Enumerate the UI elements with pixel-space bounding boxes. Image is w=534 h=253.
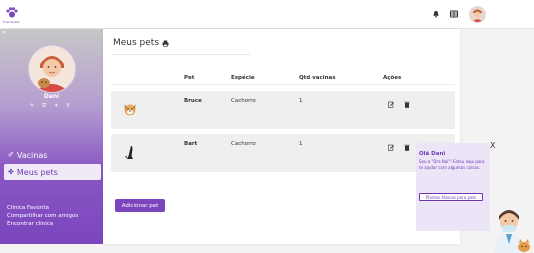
pin-icon[interactable]: ⚲	[66, 103, 70, 109]
toxic-plants-button[interactable]: Plantas tóxicas para pets	[419, 193, 483, 201]
sidebar-close-icon[interactable]: ✕	[2, 30, 6, 36]
table-row: Bart Cachorro 1	[111, 134, 455, 172]
pet-name: Bart	[184, 141, 198, 147]
chat-message: Sou a "Dra Nai"! Estou aqui para te ajud…	[419, 159, 485, 170]
profile-quick-actions: ✎ ⚿ ✦ ⚲	[30, 103, 70, 109]
add-pet-button[interactable]: Adicionar pet	[115, 199, 165, 212]
page-title: Meus pets	[113, 38, 160, 48]
column-qtd-vacinas: Qtd vacinas	[299, 75, 336, 81]
link-encontrar-clinica[interactable]: Encontrar clinica	[7, 221, 53, 227]
syringe-icon: ✐	[8, 151, 14, 159]
sidebar-item-label: Meus pets	[16, 167, 58, 177]
table-header: Pet Espécie Qtd vacinas Ações	[111, 72, 455, 85]
column-pet: Pet	[184, 75, 195, 81]
sidebar: ✕ Dani ✎ ⚿ ✦ ⚲ ✐ Vacinas ✤ Meus pets Cli…	[0, 29, 103, 244]
pet-name: Bruce	[184, 98, 202, 104]
trash-icon[interactable]	[404, 101, 410, 108]
sidebar-item-meus-pets[interactable]: ✤ Meus pets	[4, 164, 101, 180]
edit-icon[interactable]	[388, 144, 394, 151]
grid-icon[interactable]	[450, 10, 458, 18]
main-panel: Meus pets Pet Espécie Qtd vacinas Ações …	[103, 29, 460, 244]
sidebar-item-vacinas[interactable]: ✐ Vacinas	[0, 147, 103, 163]
lock-icon[interactable]: ⚿	[42, 103, 46, 109]
title-divider	[113, 54, 250, 55]
paw-icon[interactable]: ✦	[54, 103, 58, 109]
trash-icon[interactable]	[404, 144, 410, 151]
user-avatar	[28, 45, 76, 93]
logo-icon[interactable]	[5, 6, 19, 20]
assistant-chat-bubble: Olá Dani Sou a "Dra Nai"! Estou aqui par…	[416, 143, 490, 231]
column-acoes: Ações	[383, 75, 402, 81]
edit-icon[interactable]: ✎	[30, 103, 34, 109]
pet-species: Cachorro	[231, 141, 256, 147]
top-bar: FriendlyPet	[0, 0, 534, 29]
chat-greeting: Olá Dani	[419, 151, 446, 157]
link-clinica-favorita[interactable]: Clinica Favorita	[7, 205, 49, 211]
pet-species: Cachorro	[231, 98, 256, 104]
table-row: Bruce Cachorro 1	[111, 91, 455, 129]
bell-icon[interactable]	[432, 10, 440, 18]
print-icon[interactable]	[162, 40, 169, 47]
pet-silhouette-icon	[125, 146, 133, 159]
user-name: Dani	[43, 93, 60, 100]
dog-icon	[124, 104, 136, 116]
edit-icon[interactable]	[388, 101, 394, 108]
chat-close-button[interactable]: X	[490, 141, 495, 150]
paw-icon: ✤	[8, 168, 14, 176]
sidebar-item-label: Vacinas	[16, 150, 48, 160]
pet-vaccine-count: 1	[299, 141, 303, 147]
pet-vaccine-count: 1	[299, 98, 303, 104]
column-especie: Espécie	[231, 75, 255, 81]
assistant-doctor-icon	[494, 210, 530, 253]
link-compartilhar[interactable]: Compartilhar com amigos	[7, 213, 78, 219]
user-avatar-small[interactable]	[469, 6, 486, 23]
logo-text: FriendlyPet	[3, 20, 20, 24]
